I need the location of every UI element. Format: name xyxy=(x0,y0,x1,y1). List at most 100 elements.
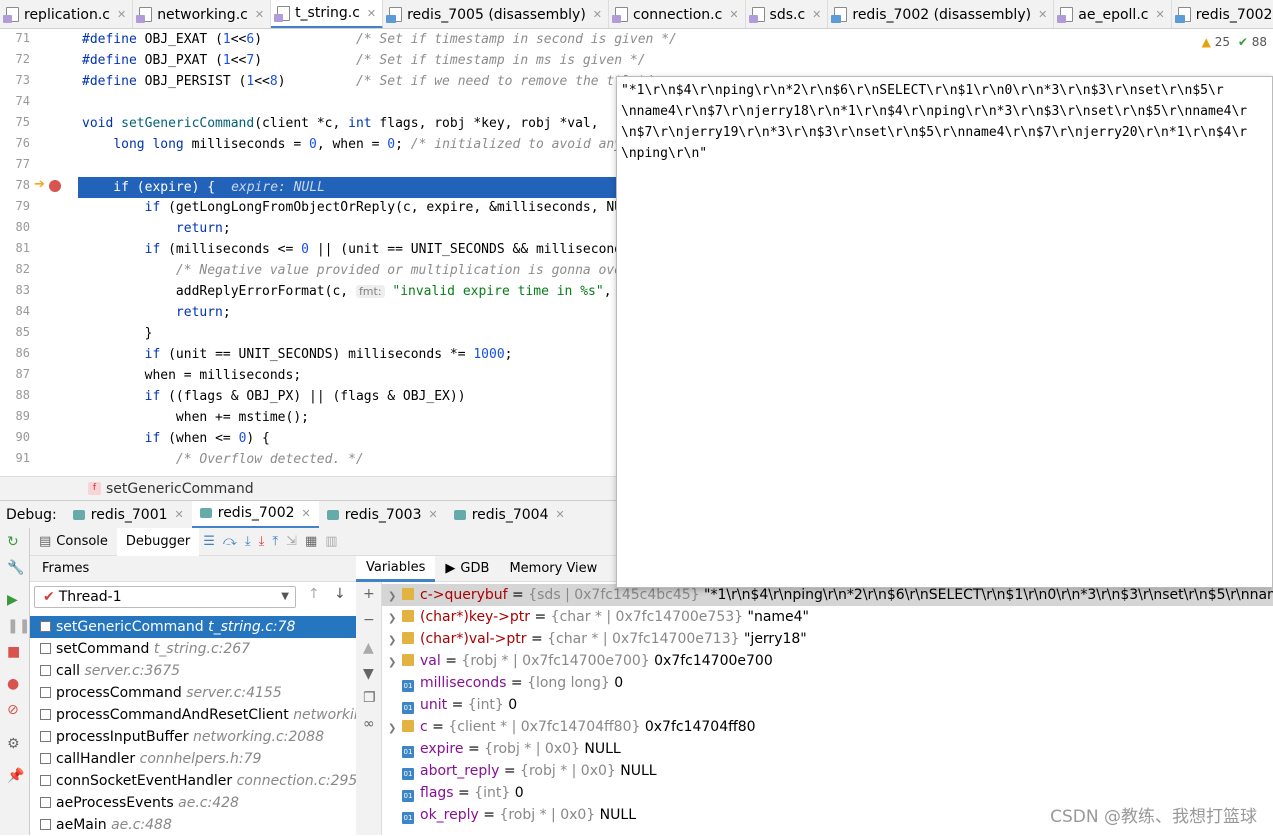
tab-t-string-c[interactable]: t_string.c✕ xyxy=(271,0,383,29)
variable-row[interactable]: ❯(char*)key->ptr = {char * | 0x7fc14700e… xyxy=(382,606,1273,628)
tab-debugger[interactable]: Debugger xyxy=(117,528,199,556)
tab-variables[interactable]: Variables xyxy=(356,556,435,582)
tab-redis-7002[interactable]: redis_7002 xyxy=(1172,0,1273,29)
close-icon[interactable]: ✕ xyxy=(555,508,564,521)
copy-icon[interactable]: ❐ xyxy=(363,690,376,706)
inspection-widget[interactable]: ▲ 25 ✔ 88 xyxy=(1202,35,1267,49)
close-icon[interactable]: ✕ xyxy=(729,8,738,21)
chevron-down-icon: ▼ xyxy=(281,587,289,607)
evaluate-icon[interactable]: ▦ xyxy=(305,534,317,549)
debug-session-tab[interactable]: redis_7004✕ xyxy=(446,501,573,529)
stack-frame[interactable]: processCommand server.c:4155 xyxy=(30,682,356,704)
variables-tree: ❯c->querybuf = {sds | 0x7fc145c4bc45} "*… xyxy=(382,582,1273,835)
close-icon[interactable]: ✕ xyxy=(302,507,311,520)
thread-selector[interactable]: ✔Thread-1 ▼ xyxy=(34,586,296,608)
stack-frame[interactable]: setGenericCommand t_string.c:78 xyxy=(30,616,356,638)
close-icon[interactable]: ✕ xyxy=(812,8,821,21)
run-to-cursor-icon[interactable]: ⇲ xyxy=(286,534,297,549)
variable-row[interactable]: 01expire = {robj * | 0x0} NULL xyxy=(382,738,1273,760)
check-icon: ✔ xyxy=(43,589,55,605)
tab-redis-7002-disassembly[interactable]: redis_7002 (disassembly)✕ xyxy=(828,0,1054,29)
variable-row[interactable]: 01milliseconds = {long long} 0 xyxy=(382,672,1273,694)
tab-memory-view[interactable]: Memory View xyxy=(499,556,607,582)
chevron-right-icon[interactable]: ❯ xyxy=(388,630,402,650)
stack-frame[interactable]: setCommand t_string.c:267 xyxy=(30,638,356,660)
stack-frame[interactable]: call server.c:3675 xyxy=(30,660,356,682)
tab-sds-c[interactable]: sds.c✕ xyxy=(746,0,829,29)
close-icon[interactable]: ✕ xyxy=(255,8,264,21)
breakpoint-icon[interactable] xyxy=(49,180,61,192)
step-over-icon[interactable]: ⤼ xyxy=(223,534,237,549)
c-file-icon xyxy=(1060,7,1073,22)
pause-icon[interactable]: ❚❚ xyxy=(7,618,30,634)
add-watch-icon[interactable]: + xyxy=(363,586,375,602)
remove-watch-icon[interactable]: − xyxy=(363,612,375,628)
c-file-icon xyxy=(615,7,628,22)
step-out-icon[interactable]: ⤒ xyxy=(272,534,278,549)
tab-console[interactable]: ▤Console xyxy=(30,528,117,556)
stack-frame[interactable]: callHandler connhelpers.h:79 xyxy=(30,748,356,770)
breadcrumb[interactable]: f setGenericCommand xyxy=(0,476,620,500)
stop-icon[interactable]: ■ xyxy=(7,644,20,660)
close-icon[interactable]: ✕ xyxy=(1155,8,1164,21)
variable-row[interactable]: ❯c = {client * | 0x7fc14704ff80} 0x7fc14… xyxy=(382,716,1273,738)
menu-icon[interactable]: ☰ xyxy=(203,534,215,549)
code-line: #define OBJ_PXAT (1<<7) /* Set if timest… xyxy=(82,50,646,71)
resume-icon[interactable]: ▶ xyxy=(7,592,18,608)
debugger-toolbar: ▤Console Debugger ☰ ⤼ ⤓ ⤓ ⤒ ⇲ ▦ ▥ xyxy=(30,528,620,556)
close-icon[interactable]: ✕ xyxy=(367,7,376,20)
session-icon xyxy=(200,508,212,518)
tab-networking-c[interactable]: networking.c✕ xyxy=(133,0,271,29)
settings-icon[interactable]: ⚙ xyxy=(7,736,20,752)
stack-frame[interactable]: aeMain ae.c:488 xyxy=(30,814,356,836)
tab-replication-c[interactable]: replication.c✕ xyxy=(0,0,133,29)
close-icon[interactable]: ✕ xyxy=(175,508,184,521)
close-icon[interactable]: ✕ xyxy=(429,508,438,521)
chevron-right-icon[interactable]: ❯ xyxy=(388,586,402,606)
tab-connection-c[interactable]: connection.c✕ xyxy=(609,0,746,29)
next-frame-icon[interactable]: ↓ xyxy=(334,586,346,602)
stack-frame[interactable]: processCommandAndResetClient networking.… xyxy=(30,704,356,726)
close-icon[interactable]: ✕ xyxy=(1038,8,1047,21)
watermark: CSDN @教练、我想打篮球 xyxy=(1050,802,1257,827)
inline-value-hint: expire: NULL xyxy=(231,180,325,195)
pin-icon[interactable]: 📌 xyxy=(7,768,24,784)
value-tooltip-popup[interactable]: "*1\r\n$4\r\nping\r\n*2\r\n$6\r\nSELECT\… xyxy=(616,76,1273,588)
rerun-icon[interactable]: ↻ xyxy=(7,534,19,550)
wrench-icon[interactable]: 🔧 xyxy=(7,560,24,576)
variable-row[interactable]: ❯val = {robj * | 0x7fc14700e700} 0x7fc14… xyxy=(382,650,1273,672)
mute-breakpoints-icon[interactable]: ⊘ xyxy=(7,702,19,718)
debug-session-tab[interactable]: redis_7003✕ xyxy=(319,501,446,529)
tab-ae-epoll-c[interactable]: ae_epoll.c✕ xyxy=(1054,0,1171,29)
primitive-icon: 01 xyxy=(402,746,414,758)
close-icon[interactable]: ✕ xyxy=(593,8,602,21)
line-number: 71 xyxy=(0,31,30,45)
variables-toolbar: + − ▲ ▼ ❐ ∞ xyxy=(356,582,382,835)
debug-session-tab[interactable]: redis_7002✕ xyxy=(192,501,319,529)
chevron-right-icon[interactable]: ❯ xyxy=(388,608,402,628)
stack-frame[interactable]: processInputBuffer networking.c:2088 xyxy=(30,726,356,748)
line-number: 72 xyxy=(0,52,30,66)
tab-redis-7005-disassembly[interactable]: redis_7005 (disassembly)✕ xyxy=(383,0,609,29)
stack-frame[interactable]: aeProcessEvents ae.c:428 xyxy=(30,792,356,814)
close-icon[interactable]: ✕ xyxy=(117,8,126,21)
line-number: 85 xyxy=(0,325,30,339)
stack-frame[interactable]: connSocketEventHandler connection.c:295 xyxy=(30,770,356,792)
tab-gdb[interactable]: ▶GDB xyxy=(435,556,499,582)
previous-frame-icon[interactable]: ↑ xyxy=(308,586,320,602)
popup-value-line: \nname4\r\n$7\r\njerry18\r\n*1\r\n$4\r\n… xyxy=(621,104,1271,119)
chevron-right-icon[interactable]: ❯ xyxy=(388,718,402,738)
step-into-icon[interactable]: ⤓ xyxy=(245,534,251,549)
force-step-into-icon[interactable]: ⤓ xyxy=(259,534,265,549)
variable-row[interactable]: ❯(char*)val->ptr = {char * | 0x7fc14700e… xyxy=(382,628,1273,650)
variable-row[interactable]: 01unit = {int} 0 xyxy=(382,694,1273,716)
variable-row[interactable]: 01abort_reply = {robj * | 0x0} NULL xyxy=(382,760,1273,782)
watches-glasses-icon[interactable]: ∞ xyxy=(363,716,375,732)
variable-row[interactable]: 01flags = {int} 0 xyxy=(382,782,1273,804)
chevron-right-icon[interactable]: ❯ xyxy=(388,652,402,672)
view-breakpoints-icon[interactable]: ● xyxy=(7,676,19,692)
move-up-icon[interactable]: ▲ xyxy=(363,640,374,656)
layout-icon[interactable]: ▥ xyxy=(325,534,337,549)
move-down-icon[interactable]: ▼ xyxy=(363,666,374,682)
debug-session-tab[interactable]: redis_7001✕ xyxy=(65,501,192,529)
